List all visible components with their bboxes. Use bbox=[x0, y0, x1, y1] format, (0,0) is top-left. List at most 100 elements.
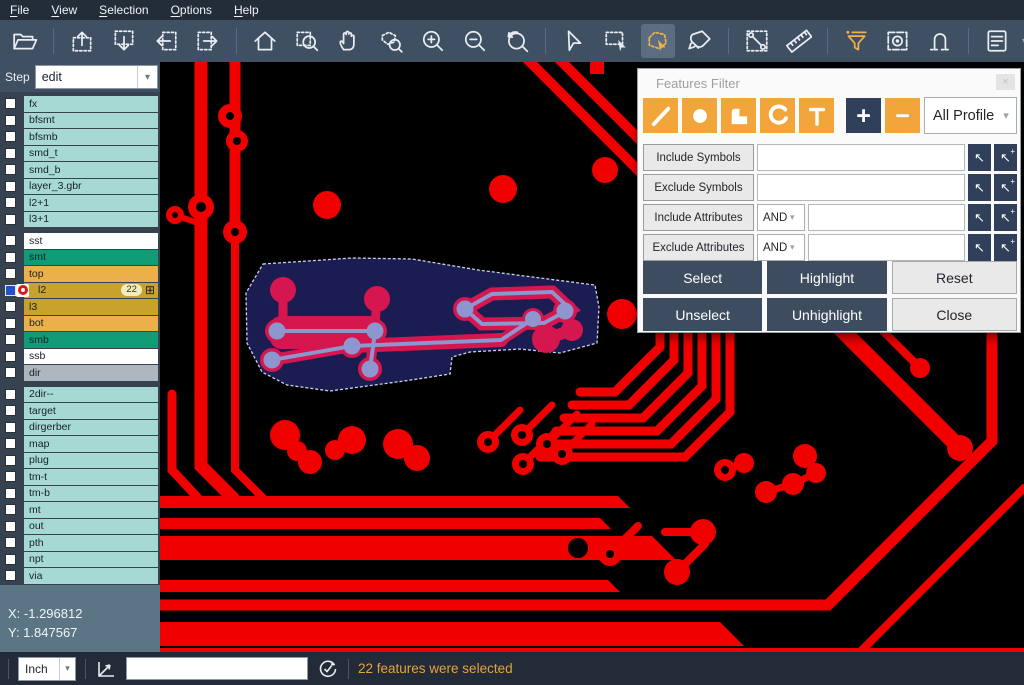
move-left-icon[interactable] bbox=[149, 24, 183, 58]
layer-name[interactable]: map bbox=[24, 436, 158, 452]
layer-row-smd_b[interactable]: smd_b bbox=[0, 162, 160, 178]
layer-row-top[interactable]: top bbox=[0, 266, 160, 282]
layer-name[interactable]: fx bbox=[24, 96, 158, 112]
zoom-in-icon[interactable] bbox=[416, 24, 450, 58]
layer-visibility-checkbox[interactable] bbox=[5, 405, 16, 416]
layer-name[interactable]: tm-b bbox=[24, 486, 158, 502]
layer-visibility-checkbox[interactable] bbox=[5, 471, 16, 482]
layer-name[interactable]: smb bbox=[24, 332, 158, 348]
layer-name[interactable]: via bbox=[24, 568, 158, 584]
profile-dropdown[interactable]: All Profile ▾ bbox=[924, 97, 1017, 134]
layer-row-plug[interactable]: plug bbox=[0, 453, 160, 469]
pick-add-icon[interactable]: ↖+ bbox=[994, 234, 1017, 261]
layer-name[interactable]: l3 bbox=[24, 299, 158, 315]
layer-name[interactable]: top bbox=[24, 266, 158, 282]
zoom-object-icon[interactable] bbox=[374, 24, 408, 58]
filter-type-pad-button[interactable] bbox=[682, 98, 717, 133]
pick-icon[interactable]: ↖ bbox=[968, 204, 991, 231]
layer-row-dir[interactable]: dir bbox=[0, 365, 160, 381]
layer-row-pth[interactable]: pth bbox=[0, 535, 160, 551]
layer-visibility-checkbox[interactable] bbox=[5, 422, 16, 433]
close-button[interactable]: Close bbox=[892, 298, 1017, 331]
menu-selection[interactable]: Selection bbox=[99, 3, 148, 17]
open-file-icon[interactable] bbox=[8, 24, 42, 58]
layer-name[interactable]: plug bbox=[24, 453, 158, 469]
layer-name[interactable]: tm-t bbox=[24, 469, 158, 485]
layer-visibility-checkbox[interactable] bbox=[5, 98, 16, 109]
layer-visibility-checkbox[interactable] bbox=[5, 268, 16, 279]
layer-name[interactable]: dir bbox=[24, 365, 158, 381]
layer-name[interactable]: smt bbox=[24, 250, 158, 266]
zoom-previous-icon[interactable] bbox=[500, 24, 534, 58]
layer-name[interactable]: out bbox=[24, 519, 158, 535]
layer-visibility-checkbox[interactable] bbox=[5, 235, 16, 246]
layer-visibility-checkbox[interactable] bbox=[5, 367, 16, 378]
layer-visibility-checkbox[interactable] bbox=[5, 521, 16, 532]
layer-visibility-checkbox[interactable] bbox=[5, 181, 16, 192]
highlight-button[interactable]: Highlight bbox=[767, 261, 886, 294]
layer-row-2dir--[interactable]: 2dir-- bbox=[0, 387, 160, 403]
menu-help[interactable]: Help bbox=[234, 3, 259, 17]
layer-name[interactable]: bot bbox=[24, 316, 158, 332]
layer-row-smd_t[interactable]: smd_t bbox=[0, 146, 160, 162]
layer-visibility-checkbox[interactable] bbox=[5, 318, 16, 329]
layer-visibility-checkbox[interactable] bbox=[5, 115, 16, 126]
layer-row-l2+1[interactable]: l2+1 bbox=[0, 195, 160, 211]
layer-row-fx[interactable]: fx bbox=[0, 96, 160, 112]
layer-visibility-checkbox[interactable] bbox=[5, 438, 16, 449]
layer-name[interactable]: 2dir-- bbox=[24, 387, 158, 403]
layer-name[interactable]: ssb bbox=[24, 349, 158, 365]
layer-visibility-checkbox[interactable] bbox=[5, 252, 16, 263]
exclude-attributes-and-dropdown[interactable]: AND ▾ bbox=[757, 234, 805, 261]
layer-name[interactable]: mt bbox=[24, 502, 158, 518]
layer-visibility-checkbox[interactable] bbox=[5, 570, 16, 581]
zoom-out-icon[interactable] bbox=[458, 24, 492, 58]
layer-name[interactable]: l3+1 bbox=[24, 212, 158, 228]
layer-name[interactable]: smd_t bbox=[24, 146, 158, 162]
layer-visibility-checkbox[interactable] bbox=[5, 148, 16, 159]
include-attributes-and-dropdown[interactable]: AND ▾ bbox=[757, 204, 805, 231]
filter-type-arc-button[interactable] bbox=[760, 98, 795, 133]
view-options-icon[interactable] bbox=[881, 24, 915, 58]
layer-row-l3[interactable]: l3 bbox=[0, 299, 160, 315]
layer-row-smb[interactable]: smb bbox=[0, 332, 160, 348]
layer-visibility-checkbox[interactable] bbox=[5, 214, 16, 225]
select-button[interactable]: Select bbox=[643, 261, 762, 294]
layer-row-ssb[interactable]: ssb bbox=[0, 349, 160, 365]
layer-name[interactable]: pth bbox=[24, 535, 158, 551]
layer-row-target[interactable]: target bbox=[0, 403, 160, 419]
layer-visibility-checkbox[interactable] bbox=[5, 131, 16, 142]
layer-row-sst[interactable]: sst bbox=[0, 233, 160, 249]
layer-visibility-checkbox[interactable] bbox=[5, 488, 16, 499]
layer-visibility-checkbox[interactable] bbox=[5, 389, 16, 400]
layer-row-bfsmt[interactable]: bfsmt bbox=[0, 113, 160, 129]
measure-distance-icon[interactable] bbox=[740, 24, 774, 58]
filter-type-line-button[interactable] bbox=[643, 98, 678, 133]
layer-row-layer_3.gbr[interactable]: layer_3.gbr bbox=[0, 179, 160, 195]
unhighlight-button[interactable]: Unhighlight bbox=[767, 298, 886, 331]
layer-name[interactable]: dirgerber bbox=[24, 420, 158, 436]
reset-button[interactable]: Reset bbox=[892, 261, 1017, 294]
layer-visibility-checkbox[interactable] bbox=[5, 334, 16, 345]
layer-visibility-checkbox[interactable] bbox=[5, 301, 16, 312]
move-right-icon[interactable] bbox=[191, 24, 225, 58]
pick-icon[interactable]: ↖ bbox=[968, 144, 991, 171]
grid-table-icon[interactable]: ⊞ bbox=[145, 284, 155, 296]
layer-name[interactable]: smd_b bbox=[24, 162, 158, 178]
layer-row-npt[interactable]: npt bbox=[0, 552, 160, 568]
exclude-attributes-button[interactable]: Exclude Attributes bbox=[643, 234, 754, 261]
filter-remove-button[interactable]: − bbox=[885, 98, 920, 133]
home-view-icon[interactable] bbox=[248, 24, 282, 58]
layer-visibility-checkbox[interactable] bbox=[5, 164, 16, 175]
layer-row-bfsmb[interactable]: bfsmb bbox=[0, 129, 160, 145]
layer-visibility-checkbox[interactable] bbox=[5, 197, 16, 208]
move-up-icon[interactable] bbox=[65, 24, 99, 58]
layer-name[interactable]: target bbox=[24, 403, 158, 419]
layer-row-bot[interactable]: bot bbox=[0, 316, 160, 332]
layer-name[interactable]: layer_3.gbr bbox=[24, 179, 158, 195]
pick-add-icon[interactable]: ↖+ bbox=[994, 144, 1017, 171]
command-input[interactable] bbox=[126, 657, 308, 680]
layer-row-mt[interactable]: mt bbox=[0, 502, 160, 518]
clean-brush-icon[interactable] bbox=[683, 24, 717, 58]
layer-name[interactable]: bfsmb bbox=[24, 129, 158, 145]
